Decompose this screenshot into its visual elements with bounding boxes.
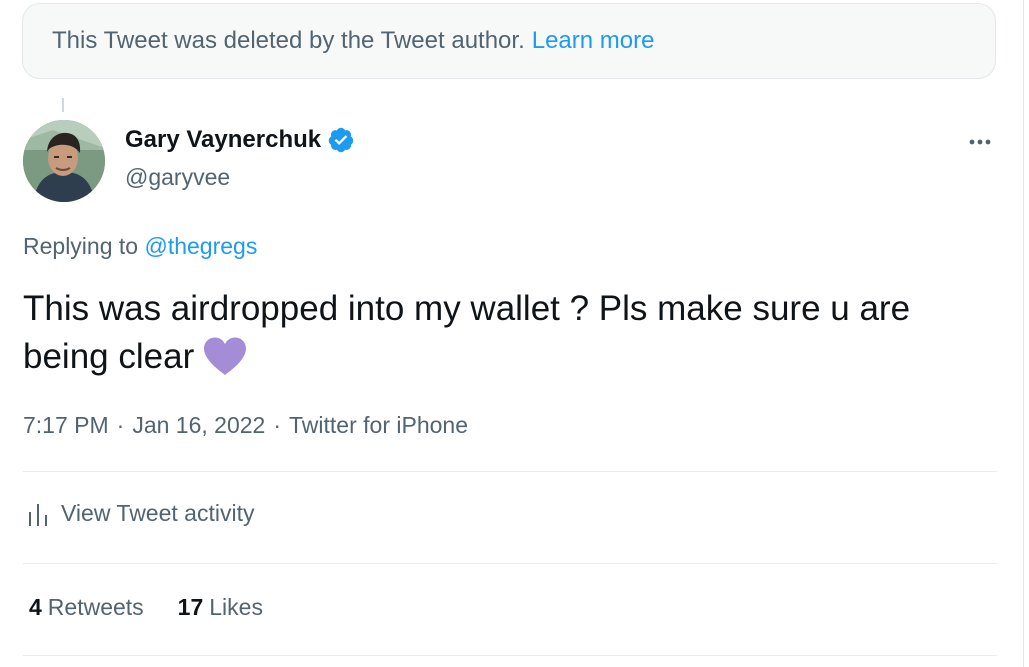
- tweet-text: This was airdropped into my wallet ? Pls…: [23, 285, 983, 389]
- replying-to: Replying to @thegregs: [23, 233, 257, 260]
- learn-more-link[interactable]: Learn more: [532, 27, 655, 55]
- retweets-stat[interactable]: 4 Retweets: [29, 594, 144, 621]
- replying-prefix: Replying to: [23, 233, 139, 259]
- verified-badge-icon: [327, 126, 355, 154]
- author-handle[interactable]: @garyvee: [125, 164, 230, 191]
- reply-mention-link[interactable]: @thegregs: [144, 233, 257, 259]
- analytics-bars-icon: [29, 503, 47, 526]
- more-options-button[interactable]: [963, 128, 997, 156]
- view-tweet-activity-button[interactable]: View Tweet activity: [27, 500, 254, 527]
- deleted-tweet-notice: This Tweet was deleted by the Tweet auth…: [22, 3, 996, 79]
- tweet-source-link[interactable]: Twitter for iPhone: [289, 412, 468, 439]
- window-edge: [1023, 0, 1024, 667]
- author-name[interactable]: Gary Vaynerchuk: [125, 126, 321, 154]
- engagement-stats: 4 Retweets 17 Likes: [29, 594, 297, 621]
- meta-separator: ·: [116, 412, 125, 438]
- view-tweet-activity-label[interactable]: View Tweet activity: [61, 500, 254, 527]
- retweets-label: Retweets: [47, 594, 144, 620]
- retweets-count: 4: [29, 594, 42, 620]
- tweet-date[interactable]: Jan 16, 2022: [132, 412, 265, 439]
- tweet-meta: 7:17 PM · Jan 16, 2022 · Twitter for iPh…: [23, 412, 468, 439]
- purple-heart-icon: [202, 336, 248, 389]
- likes-label: Likes: [209, 594, 263, 620]
- tweet-body: This was airdropped into my wallet ? Pls…: [23, 289, 911, 376]
- tweet-time[interactable]: 7:17 PM: [23, 412, 109, 439]
- thread-connector-line: [62, 98, 64, 112]
- divider: [23, 563, 997, 564]
- likes-stat[interactable]: 17 Likes: [178, 594, 263, 621]
- deleted-notice-text: This Tweet was deleted by the Tweet auth…: [52, 27, 525, 54]
- likes-count: 17: [177, 594, 204, 620]
- author-name-row[interactable]: Gary Vaynerchuk: [125, 126, 355, 154]
- more-dots-icon: [969, 139, 991, 145]
- avatar-image: [23, 120, 105, 202]
- meta-separator: ·: [273, 412, 282, 438]
- divider: [23, 655, 997, 656]
- avatar[interactable]: [23, 120, 105, 202]
- divider: [23, 471, 997, 472]
